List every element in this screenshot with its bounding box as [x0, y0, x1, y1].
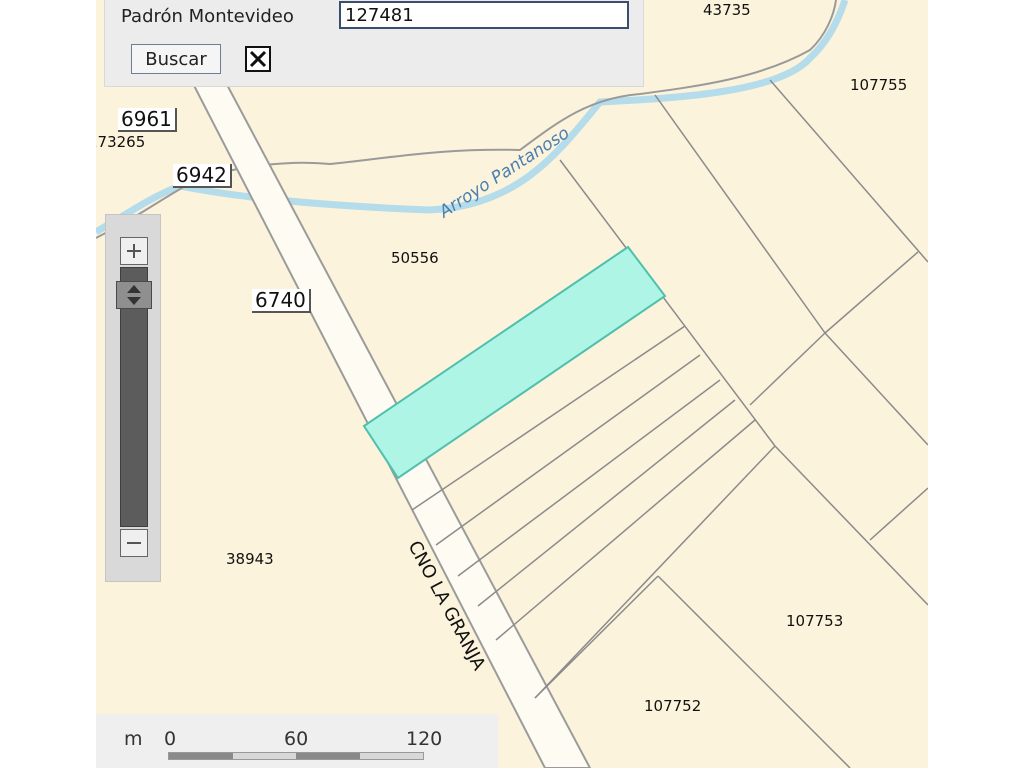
highlighted-parcel[interactable]: [362, 245, 667, 480]
plus-icon: [127, 244, 141, 258]
scale-unit: m: [124, 728, 143, 750]
minus-icon: [127, 542, 141, 544]
map-canvas[interactable]: Arroyo Pantanoso CNO LA GRANJA 43735 107…: [96, 0, 928, 768]
close-icon: [249, 50, 267, 68]
scale-bar: m 0 60 120: [96, 714, 498, 768]
stream-label: Arroyo Pantanoso: [435, 123, 573, 222]
road-number-label: 6740: [252, 289, 311, 313]
road-number-label: 6961: [118, 108, 177, 132]
scale-tick-label: 120: [406, 728, 443, 750]
search-input[interactable]: [339, 1, 629, 29]
zoom-out-button[interactable]: [120, 529, 148, 557]
search-panel: Padrón Montevideo Buscar: [104, 0, 644, 87]
zoom-in-button[interactable]: [120, 237, 148, 265]
parcel-label: 173265: [96, 133, 145, 151]
parcel-label: 43735: [703, 1, 751, 19]
parcel-label: 107753: [786, 612, 843, 630]
search-label: Padrón Montevideo: [121, 6, 294, 27]
parcel-label: 107752: [644, 697, 701, 715]
parcel-label: 107755: [850, 76, 907, 94]
slider-handle-icon: [127, 285, 141, 305]
scale-tick-label: 0: [164, 728, 177, 750]
parcel-label: 38943: [226, 550, 274, 568]
scale-tick-label: 60: [284, 728, 309, 750]
close-button[interactable]: [245, 46, 271, 72]
zoom-slider-handle[interactable]: [116, 281, 152, 309]
parcel-label: 50556: [391, 249, 439, 267]
scale-line: [168, 752, 424, 760]
map-view[interactable]: Arroyo Pantanoso CNO LA GRANJA 43735 107…: [96, 0, 928, 768]
road-number-label: 6942: [173, 164, 232, 188]
zoom-control: [105, 214, 161, 582]
search-button[interactable]: Buscar: [131, 44, 221, 74]
